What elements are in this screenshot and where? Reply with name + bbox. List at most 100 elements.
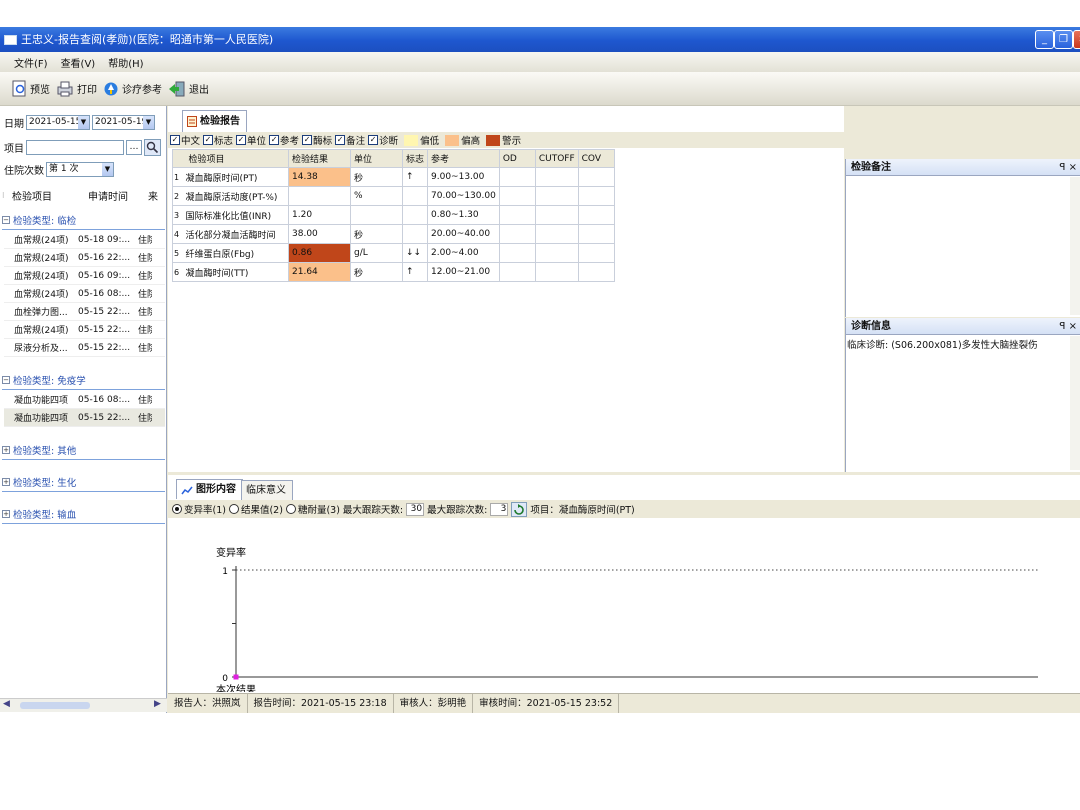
refresh-button[interactable] <box>511 501 528 517</box>
item-input[interactable] <box>26 140 124 155</box>
group-header[interactable]: − 检验类型: 临检 <box>2 213 165 230</box>
list-item[interactable]: 血常规(24项) 05-18 09:... 住院 <box>4 231 165 249</box>
column-header[interactable]: COV <box>577 149 615 168</box>
vertical-scrollbar[interactable] <box>1070 177 1080 315</box>
column-header[interactable]: 检验项目 <box>182 149 289 168</box>
option-checkbox[interactable]: ✓ 诊断 <box>368 133 398 147</box>
column-header[interactable]: 参考 <box>427 149 500 168</box>
ellipsis-button[interactable]: … <box>126 140 142 155</box>
search-icon[interactable] <box>144 139 161 156</box>
visit-select[interactable]: 第 1 次 ▼ <box>46 162 114 177</box>
list-item[interactable]: 血常规(24项) 05-15 22:... 住院 <box>4 321 165 339</box>
tab-report[interactable]: 检验报告 <box>182 110 247 132</box>
cell-empty <box>577 224 615 244</box>
scrollbar-thumb[interactable] <box>20 702 90 709</box>
list-item[interactable]: 血常规(24项) 05-16 08:... 住院 <box>4 285 165 303</box>
expand-icon[interactable]: + <box>2 510 10 518</box>
option-checkbox[interactable]: ✓ 标志 <box>203 133 233 147</box>
pin-icon[interactable]: ꟼ × <box>1059 318 1077 335</box>
column-header-item[interactable]: 检验项目 <box>12 188 88 203</box>
list-item[interactable]: 凝血功能四项 05-15 22:... 住院 <box>4 409 165 427</box>
expand-icon[interactable]: + <box>2 478 10 486</box>
title-bar[interactable]: 王忠义-报告查阅(孝勋)(医院：昭通市第一人民医院) _ ❐ ✕ <box>0 27 1080 52</box>
pin-icon[interactable]: ꟼ × <box>1059 159 1077 176</box>
table-row[interactable]: 5 纤维蛋白原(Fbg) 0.86 g/L ↓↓ 2.00~4.00 <box>172 243 615 263</box>
list-item-name: 尿液分析及... <box>14 344 68 354</box>
table-row[interactable]: 2 凝血酶原活动度(PT-%)% 70.00~130.00 <box>172 186 615 206</box>
close-button[interactable]: ✕ <box>1073 30 1080 49</box>
restore-button[interactable]: ❐ <box>1054 30 1073 49</box>
mode-radio[interactable]: 糖耐量(3) <box>285 502 340 516</box>
column-header[interactable]: OD <box>498 149 536 168</box>
group-header[interactable]: − 检验类型: 免疫学 <box>2 373 165 390</box>
checkbox-checked-icon[interactable]: ✓ <box>269 135 280 145</box>
date-to-picker[interactable]: 2021-05-19 ▼ <box>92 115 155 130</box>
minimize-button[interactable]: _ <box>1035 30 1054 49</box>
column-header[interactable]: 检验结果 <box>288 149 351 168</box>
column-header[interactable]: CUTOFF <box>534 149 579 168</box>
cell-result: 1.20 <box>288 205 351 225</box>
table-row[interactable]: 4 活化部分凝血活酶时间 38.00 秒 20.00~40.00 <box>172 224 615 244</box>
tab-chart-label: 图形内容 <box>196 484 236 495</box>
scroll-right-icon[interactable]: ▶ <box>154 699 161 709</box>
column-header[interactable]: 标志 <box>401 149 429 168</box>
checkbox-checked-icon[interactable]: ✓ <box>335 135 346 145</box>
cell-result: 38.00 <box>288 224 351 244</box>
radio-icon[interactable] <box>172 504 182 514</box>
tab-clinical[interactable]: 临床意义 <box>241 480 293 500</box>
group-header[interactable]: + 检验类型: 输血 <box>2 507 165 524</box>
mode-radio[interactable]: 变异率(1) <box>172 502 226 516</box>
list-item[interactable]: 血常规(24项) 05-16 09:... 住院 <box>4 267 165 285</box>
radio-icon[interactable] <box>228 504 239 514</box>
cell-empty <box>534 243 579 263</box>
horizontal-scrollbar[interactable]: ◀ ▶ <box>0 698 167 712</box>
checkbox-checked-icon[interactable]: ✓ <box>203 135 214 145</box>
expand-icon[interactable]: + <box>2 446 10 454</box>
date-from-value: 2021-05-15 <box>29 117 82 127</box>
exit-button[interactable]: 退出 <box>168 81 209 97</box>
group-header[interactable]: + 检验类型: 生化 <box>2 475 165 492</box>
column-header-source[interactable]: 来 <box>148 188 164 203</box>
date-from-picker[interactable]: 2021-05-15 ▼ <box>26 115 90 130</box>
checkbox-checked-icon[interactable]: ✓ <box>236 135 247 145</box>
collapse-icon[interactable]: − <box>2 216 10 224</box>
list-item[interactable]: 凝血功能四项 05-16 08:... 住院 <box>4 391 165 409</box>
menu-view[interactable]: 查看(V) <box>61 55 96 70</box>
checkbox-checked-icon[interactable]: ✓ <box>368 135 379 145</box>
menu-help[interactable]: 帮助(H) <box>108 55 143 70</box>
option-checkbox[interactable]: ✓ 中文 <box>170 133 200 147</box>
days-input[interactable]: 30 <box>406 502 425 516</box>
collapse-icon[interactable]: − <box>2 376 10 384</box>
mode-radio[interactable]: 结果值(2) <box>228 502 283 516</box>
refresh-icon <box>511 501 528 517</box>
table-row[interactable]: 6 凝血酶时间(TT) 21.64 秒 ↑ 12.00~21.00 <box>172 262 615 282</box>
group-header[interactable]: + 检验类型: 其他 <box>2 443 165 460</box>
count-input[interactable]: 3 <box>490 502 509 516</box>
preview-button[interactable]: 预览 <box>12 80 50 97</box>
option-checkbox[interactable]: ✓ 备注 <box>335 133 365 147</box>
list-item[interactable]: 尿液分析及... 05-15 22:... 住院 <box>4 339 165 357</box>
checkbox-checked-icon[interactable]: ✓ <box>302 135 313 145</box>
option-checkbox[interactable]: ✓ 酶标 <box>302 133 332 147</box>
radio-icon[interactable] <box>285 504 296 514</box>
table-row[interactable]: 3 国际标准化比值(INR) 1.20 0.80~1.30 <box>172 205 615 225</box>
print-button[interactable]: 打印 <box>56 81 97 97</box>
reference-button[interactable]: 诊疗参考 <box>103 81 162 97</box>
days-label: 最大跟踪天数: <box>342 505 404 516</box>
list-item[interactable]: 血常规(24项) 05-16 22:... 住院 <box>4 249 165 267</box>
checkbox-checked-icon[interactable]: ✓ <box>170 135 180 145</box>
list-item[interactable]: 血栓弹力图... 05-15 22:... 住院 <box>4 303 165 321</box>
column-header[interactable]: 单位 <box>350 149 403 168</box>
column-header-time[interactable]: 申请时间 <box>88 188 148 203</box>
option-checkbox[interactable]: ✓ 参考 <box>269 133 299 147</box>
item-filter: 项目 … <box>4 139 161 156</box>
option-checkbox[interactable]: ✓ 单位 <box>236 133 266 147</box>
scroll-left-icon[interactable]: ◀ <box>3 699 10 709</box>
menu-file[interactable]: 文件(F) <box>14 55 48 70</box>
data-point[interactable] <box>233 674 239 680</box>
option-label: 酶标 <box>313 136 333 147</box>
table-row[interactable]: 1 凝血酶原时间(PT) 14.38 秒 ↑ 9.00~13.00 <box>172 167 615 187</box>
tab-chart[interactable]: 图形内容 <box>176 479 243 499</box>
legend-label: 警示 <box>502 136 522 147</box>
vertical-scrollbar[interactable] <box>1070 336 1080 470</box>
